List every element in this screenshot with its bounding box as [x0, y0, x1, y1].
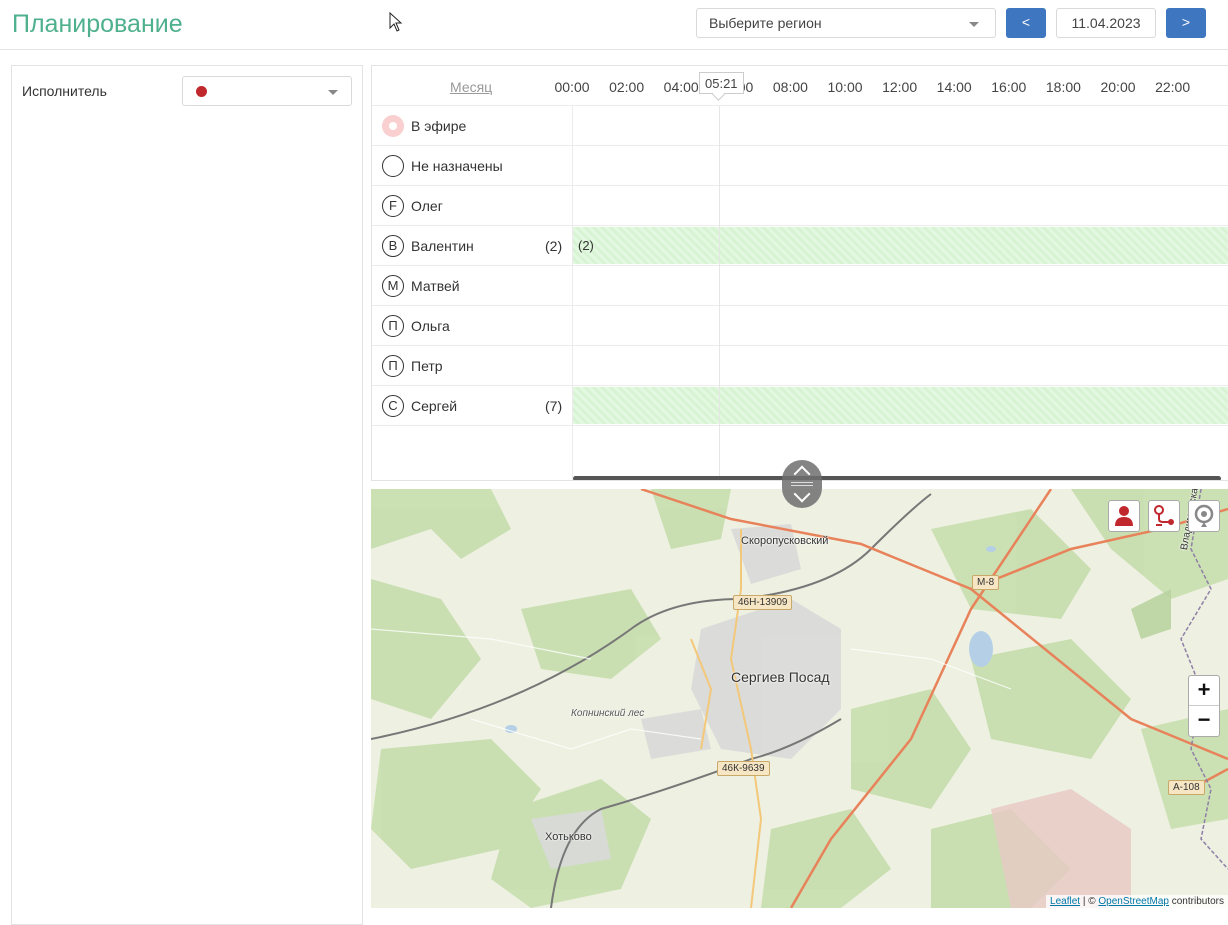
executor-name: Петр [411, 358, 443, 374]
executor-row[interactable]: F Олег [372, 186, 1228, 226]
show-executors-button[interactable] [1108, 500, 1140, 532]
top-bar: Планирование Выберите регион < 11.04.202… [0, 0, 1228, 50]
schedule-timeline: Месяц 00:0002:0004:0006:0008:0010:0012:0… [371, 65, 1228, 481]
executor-name: Сергей [411, 398, 458, 414]
map-tiles [371, 489, 1228, 908]
executor-row[interactable]: П Ольга [372, 306, 1228, 346]
map-attribution: Leaflet | © OpenStreetMap contributors [1046, 895, 1228, 908]
chevron-up-icon [793, 465, 811, 483]
road-badge-m8: М-8 [972, 575, 1000, 590]
executor-avatar: В [382, 235, 404, 257]
executor-avatar: П [382, 315, 404, 337]
timeline-hour-tick: 00:00 [554, 79, 590, 95]
page-title: Планирование [12, 10, 183, 38]
live-status-icon [382, 115, 404, 137]
road-badge-a108: А-108 [1168, 780, 1205, 795]
executor-row[interactable]: С Сергей (7) [372, 386, 1228, 426]
task-count: (2) [545, 238, 563, 254]
zoom-in-button[interactable]: + [1189, 676, 1219, 706]
openstreetmap-link[interactable]: OpenStreetMap [1098, 896, 1169, 907]
timeline-header: Месяц 00:0002:0004:0006:0008:0010:0012:0… [372, 66, 1228, 106]
executor-name: Матвей [411, 278, 460, 294]
chevron-down-icon [969, 22, 979, 27]
executor-avatar [382, 155, 404, 177]
executor-row[interactable]: В эфире [372, 106, 1228, 146]
schedule-bar[interactable] [573, 227, 1228, 264]
timeline-hour-tick: 18:00 [1045, 79, 1081, 95]
drag-handle-icon [791, 482, 813, 483]
executor-row[interactable]: (2) В Валентин (2) [372, 226, 1228, 266]
route-icon [1154, 505, 1174, 526]
task-count: (7) [545, 398, 563, 414]
zoom-out-button[interactable]: − [1189, 706, 1219, 736]
current-time-label: 05:21 [699, 72, 744, 94]
schedule-bar[interactable] [573, 387, 1228, 424]
road-badge-46k-9639: 46К-9639 [717, 761, 770, 776]
chevron-down-icon [328, 90, 338, 95]
show-routes-button[interactable] [1148, 500, 1180, 532]
horizontal-scrollbar[interactable] [573, 476, 1221, 480]
filter-panel: Исполнитель [11, 65, 363, 925]
executor-name: В эфире [411, 118, 467, 134]
panel-resize-toggle[interactable] [782, 460, 822, 508]
executor-label: Исполнитель [22, 83, 107, 99]
road-badge-46n-13909: 46Н-13909 [733, 595, 793, 610]
zoom-control: + − [1188, 675, 1220, 737]
timeline-hour-tick: 20:00 [1100, 79, 1136, 95]
timeline-hour-tick: 04:00 [663, 79, 699, 95]
timeline-hour-tick: 16:00 [991, 79, 1027, 95]
map-label-kopninsky-les: Копнинский лес [571, 708, 645, 719]
schedule-bar-count: (2) [578, 238, 594, 253]
region-select-placeholder: Выберите регион [709, 15, 822, 31]
timeline-hour-tick: 08:00 [772, 79, 808, 95]
geo-target-icon [1194, 504, 1214, 527]
map-view[interactable]: Скоропусковский Сергиев Посад Хотьково К… [371, 489, 1228, 908]
executor-avatar: М [382, 275, 404, 297]
timeline-hour-tick: 02:00 [609, 79, 645, 95]
leaflet-link[interactable]: Leaflet [1050, 896, 1080, 907]
executor-name: Ольга [411, 318, 450, 334]
next-date-button[interactable]: > [1166, 8, 1206, 38]
chevron-down-icon [793, 485, 811, 503]
timeline-hour-tick: 22:00 [1155, 79, 1191, 95]
timeline-hour-tick: 14:00 [936, 79, 972, 95]
prev-date-button[interactable]: < [1006, 8, 1046, 38]
attribution-separator: | © [1080, 896, 1099, 907]
date-field[interactable]: 11.04.2023 [1056, 8, 1156, 38]
executor-row[interactable]: М Матвей [372, 266, 1228, 306]
executor-name: Валентин [411, 238, 474, 254]
geo-target-button[interactable] [1188, 500, 1220, 532]
executor-name: Олег [411, 198, 443, 214]
attribution-contributors: contributors [1168, 896, 1224, 907]
map-label-skoropuskovsky: Скоропусковский [741, 535, 829, 547]
timeline-hour-tick: 10:00 [827, 79, 863, 95]
mouse-cursor-icon [389, 12, 403, 32]
map-label-khotkovo: Хотьково [545, 831, 592, 843]
status-dot-icon [196, 86, 207, 97]
executor-select[interactable] [182, 76, 352, 106]
map-label-sergiev-posad: Сергиев Посад [731, 669, 830, 685]
region-select[interactable]: Выберите регион [696, 8, 996, 38]
executor-avatar: F [382, 195, 404, 217]
timeline-hour-tick: 12:00 [882, 79, 918, 95]
executor-avatar: С [382, 395, 404, 417]
executor-avatar: П [382, 355, 404, 377]
person-icon [1115, 506, 1133, 526]
executor-name: Не назначены [411, 158, 503, 174]
executor-row[interactable]: Не назначены [372, 146, 1228, 186]
executor-row[interactable]: П Петр [372, 346, 1228, 386]
current-time-line [719, 106, 720, 480]
month-view-link[interactable]: Месяц [450, 79, 492, 95]
